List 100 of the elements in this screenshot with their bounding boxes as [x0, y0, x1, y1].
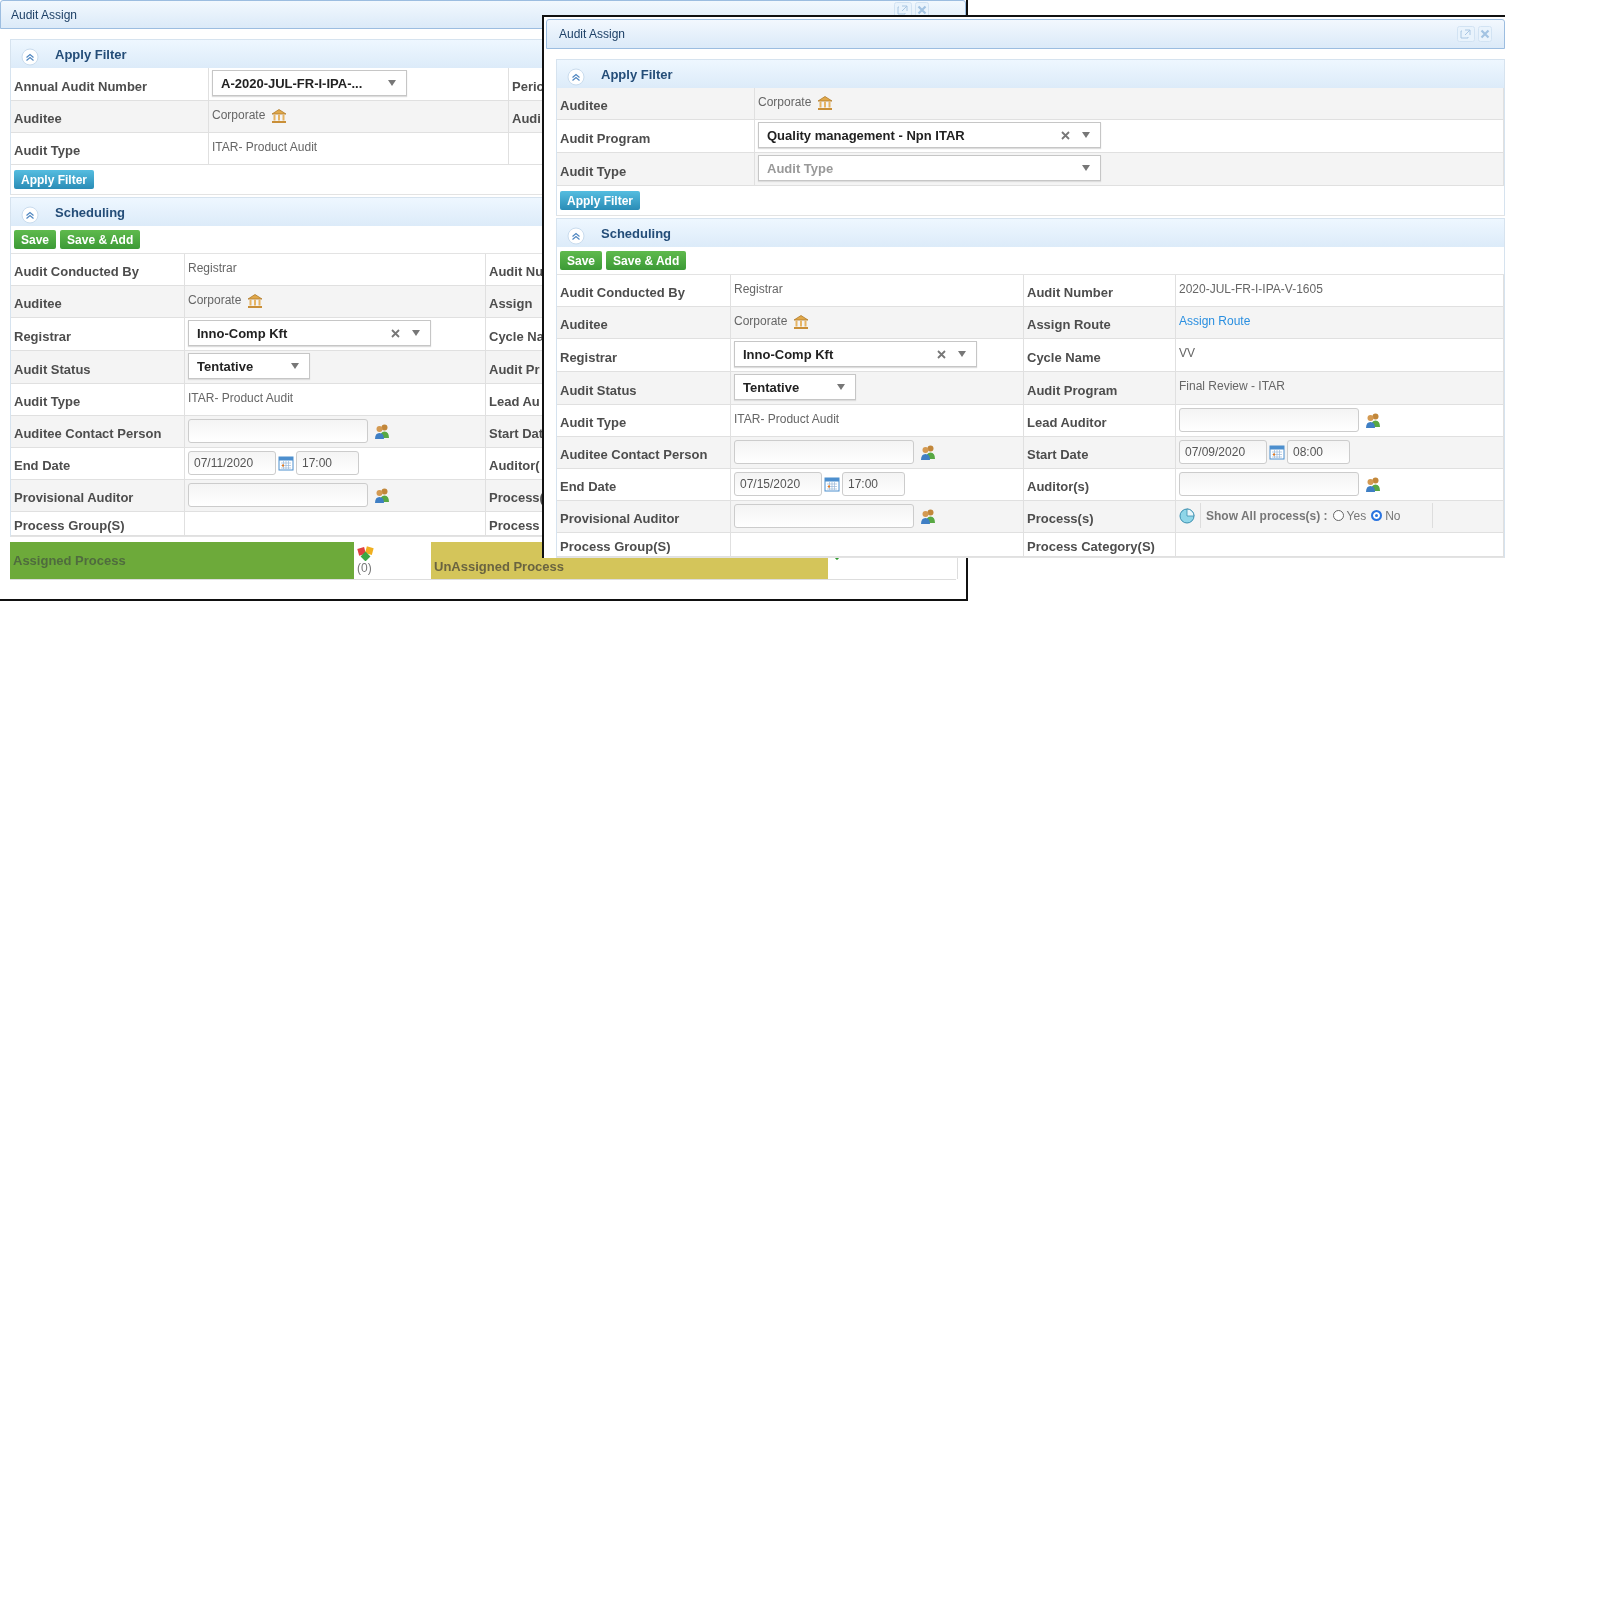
cubes-icon: [357, 545, 375, 561]
field-label: Show All process(s) :: [1206, 508, 1328, 523]
field-label: Auditee: [14, 295, 62, 311]
field-label: Audit Program: [1027, 381, 1118, 398]
panel-title: Apply Filter: [601, 66, 673, 82]
field-value: Corporate: [188, 293, 242, 307]
field-label: Registrar: [14, 327, 72, 344]
field-label: Process(: [489, 489, 544, 505]
input-field[interactable]: [1179, 471, 1359, 496]
field-value: 2020-JUL-FR-I-IPA-V-1605: [1179, 282, 1323, 296]
pie-chart-icon: [1179, 507, 1195, 524]
field-value: VV: [1179, 346, 1195, 360]
dropdown[interactable]: Tentative: [734, 374, 856, 400]
input-field[interactable]: [188, 482, 368, 507]
caret-icon: [1082, 165, 1090, 171]
building-icon: [247, 293, 264, 309]
radio-option[interactable]: Yes: [1332, 508, 1367, 523]
field-label: Audit Status: [560, 381, 637, 398]
field-value: ITAR- Product Audit: [734, 412, 840, 426]
radio-option[interactable]: No: [1371, 508, 1401, 523]
field-label: Audit Type: [560, 414, 627, 430]
field-label: Provisional Auditor: [560, 510, 680, 526]
calendar-icon[interactable]: [824, 475, 840, 492]
field-value: Corporate: [758, 95, 812, 109]
field-value: Corporate: [212, 108, 266, 122]
date-field[interactable]: 07/15/2020: [734, 471, 822, 496]
field-label: End Date: [560, 478, 617, 494]
input-field[interactable]: [1179, 407, 1359, 432]
dropdown[interactable]: Inno-Comp Kft: [734, 341, 977, 367]
caret-icon: [958, 351, 966, 357]
field-label: Auditor(s): [1027, 478, 1090, 494]
people-icon[interactable]: [920, 443, 936, 460]
dropdown[interactable]: Inno-Comp Kft: [188, 320, 431, 346]
caret-icon: [1082, 132, 1090, 138]
people-icon[interactable]: [920, 507, 936, 524]
field-label: Audit Type: [560, 162, 627, 179]
field-label: Audi: [512, 110, 541, 126]
field-label: Cycle Name: [1027, 348, 1101, 365]
field-label: Start Date: [1027, 446, 1089, 462]
field-value: Corporate: [734, 314, 788, 328]
field-label: Lead Au: [489, 393, 540, 409]
assigned-process-bar: Assigned Process: [10, 542, 354, 579]
window-title: Audit Assign: [559, 27, 627, 41]
calendar-icon[interactable]: [1269, 443, 1285, 460]
field-label: Provisional Auditor: [14, 489, 134, 505]
clear-icon[interactable]: [1061, 130, 1070, 140]
field-label: Auditee: [560, 316, 608, 332]
dropdown[interactable]: A-2020-JUL-FR-I-IPA-...: [212, 70, 407, 96]
field-value: Registrar: [734, 282, 783, 296]
field-value: ITAR- Product Audit: [188, 391, 294, 405]
field-value: Registrar: [188, 261, 237, 275]
field-label: Audit Type: [14, 393, 81, 409]
people-icon[interactable]: [1365, 475, 1381, 492]
clear-icon[interactable]: [937, 349, 946, 359]
field-label: Auditee: [560, 97, 608, 113]
field-label: Audit Conducted By: [14, 263, 139, 279]
field-label: Auditee: [14, 110, 62, 126]
building-icon: [271, 108, 288, 124]
collapse-icon[interactable]: [567, 67, 585, 86]
field-label: Start Dat: [489, 425, 544, 441]
caret-icon: [388, 80, 396, 86]
dropdown[interactable]: Quality management - Npn ITAR: [758, 122, 1101, 148]
field-label: Process Group(S): [14, 517, 125, 533]
field-label: Assign: [489, 295, 533, 311]
dropdown[interactable]: Tentative: [188, 353, 310, 379]
field-label: End Date: [14, 457, 71, 473]
panel-title: Scheduling: [601, 225, 672, 241]
time-field[interactable]: 08:00: [1287, 439, 1350, 464]
calendar-icon[interactable]: [278, 454, 294, 471]
field-label: Process Category(S): [1027, 538, 1155, 554]
field-label: Audit Number: [1027, 284, 1113, 300]
field-label: Audit Conducted By: [560, 284, 685, 300]
field-label: Auditee Contact Person: [560, 446, 708, 462]
people-icon[interactable]: [1365, 411, 1381, 428]
field-label: Audit Program: [560, 129, 651, 146]
input-field[interactable]: [188, 418, 368, 443]
collapse-icon[interactable]: [567, 226, 585, 245]
field-label: Audit Type: [14, 142, 81, 158]
field-label: Lead Auditor: [1027, 414, 1107, 430]
collapse-icon[interactable]: [21, 205, 39, 224]
date-field[interactable]: 07/11/2020: [188, 450, 276, 475]
field-label: Process: [489, 517, 540, 533]
field-label: Process(s): [1027, 510, 1094, 526]
window-title: Audit Assign: [11, 7, 79, 22]
process-count: (0): [357, 561, 373, 575]
building-icon: [793, 314, 810, 330]
date-field[interactable]: 07/09/2020: [1179, 439, 1267, 464]
field-label: Assign Route: [1027, 316, 1111, 332]
panel-title: Scheduling: [55, 204, 126, 220]
input-field[interactable]: [734, 503, 914, 528]
clear-icon[interactable]: [391, 328, 400, 338]
time-field[interactable]: 17:00: [842, 471, 905, 496]
field-label: Annual Audit Number: [14, 77, 148, 94]
input-field[interactable]: [734, 439, 914, 464]
field-value: Final Review - ITAR: [1179, 379, 1285, 393]
collapse-icon[interactable]: [21, 47, 39, 66]
field-value: ITAR- Product Audit: [212, 140, 318, 154]
time-field[interactable]: 17:00: [296, 450, 359, 475]
people-icon[interactable]: [374, 422, 390, 439]
people-icon[interactable]: [374, 486, 390, 503]
